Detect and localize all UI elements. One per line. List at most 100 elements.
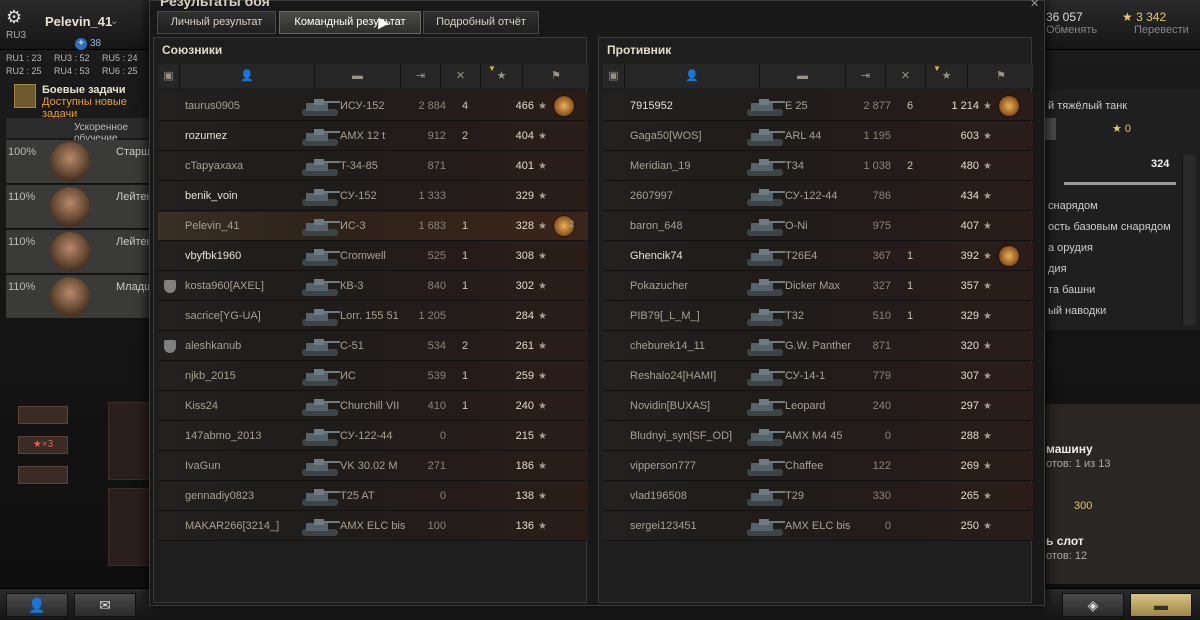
table-row[interactable]: sacrice[YG-UA] Lorr. 155 51 1 205 284 ★ — [158, 302, 588, 331]
player-name[interactable]: Pelevin_41 — [45, 14, 112, 29]
table-row[interactable]: Novidin[BUXAS] Leopard 240 297 ★ — [603, 392, 1033, 421]
kills-column-icon[interactable]: ✕ — [886, 64, 926, 88]
table-row[interactable]: IvaGun VK 30.02 M 271 186 ★ — [158, 452, 588, 481]
table-row[interactable]: vbyfbk1960 Cromwell 525 1 308 ★ — [158, 242, 588, 271]
table-row[interactable]: Gaga50[WOS] ARL 44 1 195 603 ★ — [603, 122, 1033, 151]
crew-member[interactable]: 110% Лейтенант — [6, 230, 170, 274]
player-name-cell[interactable]: vlad196508 — [630, 482, 760, 511]
medal-icon[interactable] — [554, 96, 574, 116]
player-name-cell[interactable]: Reshalo24[HAMI] — [630, 362, 760, 391]
tab-team[interactable]: Командный результат — [279, 11, 421, 34]
player-name-cell[interactable]: taurus0905 — [185, 92, 315, 121]
crew-member[interactable]: 110% Лейтенант — [6, 185, 170, 229]
buy-slot-label[interactable]: ь слот — [1046, 534, 1084, 548]
player-name-cell[interactable]: sacrice[YG-UA] — [185, 302, 315, 331]
gear-icon[interactable]: ⚙ — [6, 8, 24, 26]
medal-column-icon[interactable]: ⚑ — [523, 64, 590, 88]
carousel-tank-card[interactable] — [108, 402, 154, 480]
table-row[interactable]: Kiss24 Churchill VII 410 1 240 ★ — [158, 392, 588, 421]
missions-notice[interactable]: Боевые задачи Доступны новые задачи — [10, 82, 155, 120]
chat-button[interactable]: ✉ — [74, 593, 136, 617]
player-name-cell[interactable]: 7915952 — [630, 92, 760, 121]
medal-icon[interactable] — [999, 246, 1019, 266]
player-name-cell[interactable]: Gaga50[WOS] — [630, 122, 760, 151]
player-name-cell[interactable]: sergei123451 — [630, 512, 760, 541]
table-row[interactable]: rozumez AMX 12 t 912 2 404 ★ — [158, 122, 588, 151]
medal-column-icon[interactable]: ⚑ — [968, 64, 1035, 88]
table-row[interactable]: MAKAR266[3214_] AMX ELC bis 100 136 ★ — [158, 512, 588, 541]
shell-button[interactable] — [18, 466, 68, 484]
table-row[interactable]: Bludnyi_syn[SF_OD] AMX M4 45 0 288 ★ — [603, 422, 1033, 451]
tab-personal[interactable]: Личный результат — [157, 11, 276, 34]
player-name-cell[interactable]: cTapyaxaxa — [185, 152, 315, 181]
table-row[interactable]: Reshalo24[HAMI] СУ-14-1 779 307 ★ — [603, 362, 1033, 391]
slider[interactable] — [1064, 182, 1176, 185]
player-column-icon[interactable]: 👤 — [180, 64, 315, 88]
table-row[interactable]: Pelevin_41 ИС-3 1 683 1 328 ★ 2 — [158, 212, 588, 241]
table-row[interactable]: Ghencik74 T26E4 367 1 392 ★ — [603, 242, 1033, 271]
player-name-cell[interactable]: Pokazucher — [630, 272, 760, 301]
table-row[interactable]: 2607997 СУ-122-44 786 434 ★ — [603, 182, 1033, 211]
table-row[interactable]: Pokazucher Dicker Max 327 1 357 ★ — [603, 272, 1033, 301]
table-row[interactable]: vlad196508 T29 330 265 ★ — [603, 482, 1033, 511]
table-row[interactable]: cTapyaxaxa T-34-85 871 401 ★ — [158, 152, 588, 181]
table-row[interactable]: aleshkanub С-51 534 2 261 ★ — [158, 332, 588, 361]
player-name-cell[interactable]: IvaGun — [185, 452, 315, 481]
player-name-cell[interactable]: njkb_2015 — [185, 362, 315, 391]
player-name-cell[interactable]: baron_648 — [630, 212, 760, 241]
player-name-cell[interactable]: Pelevin_41 — [185, 212, 315, 241]
crew-member[interactable]: 100% Старший — [6, 140, 162, 184]
table-row[interactable]: Meridian_19 T34 1 038 2 480 ★ — [603, 152, 1033, 181]
player-name-cell[interactable]: 147abmo_2013 — [185, 422, 315, 451]
tank-column-icon[interactable]: ▬ — [315, 64, 401, 88]
table-row[interactable]: kosta960[AXEL] КВ-3 840 1 302 ★ — [158, 272, 588, 301]
bonus-xp-button[interactable]: ★×3 — [18, 436, 68, 454]
table-row[interactable]: cheburek14_11 G.W. Panther 871 320 ★ — [603, 332, 1033, 361]
table-row[interactable]: PIB79[_L_M_] T32 510 1 329 ★ — [603, 302, 1033, 331]
table-row[interactable]: vipperson777 Chaffee 122 269 ★ — [603, 452, 1033, 481]
table-row[interactable]: 7915952 E 25 2 877 6 1 214 ★ — [603, 92, 1033, 121]
table-row[interactable]: 147abmo_2013 СУ-122-44 0 215 ★ — [158, 422, 588, 451]
clan-button[interactable]: ◈ — [1062, 593, 1124, 617]
table-row[interactable]: benik_voin СУ-152 1 333 329 ★ — [158, 182, 588, 211]
table-row[interactable]: taurus0905 ИСУ-152 2 884 4 466 ★ — [158, 92, 588, 121]
player-name-cell[interactable]: aleshkanub — [185, 332, 315, 361]
damage-column-icon[interactable]: ⇥ — [401, 64, 441, 88]
player-name-cell[interactable]: MAKAR266[3214_] — [185, 512, 315, 541]
table-row[interactable]: njkb_2015 ИС 539 1 259 ★ — [158, 362, 588, 391]
online-indicator[interactable]: +38 — [75, 38, 101, 50]
player-name-cell[interactable]: rozumez — [185, 122, 315, 151]
tank-column-icon[interactable]: ▬ — [760, 64, 846, 88]
close-icon[interactable]: ✕ — [1030, 0, 1039, 10]
player-name-cell[interactable]: Kiss24 — [185, 392, 315, 421]
player-name-cell[interactable]: vipperson777 — [630, 452, 760, 481]
player-name-cell[interactable]: gennadiy0823 — [185, 482, 315, 511]
medal-icon[interactable] — [999, 96, 1019, 116]
scrollbar[interactable] — [1182, 155, 1196, 325]
chevron-down-icon[interactable]: ⌄ — [110, 16, 118, 27]
player-name-cell[interactable]: cheburek14_11 — [630, 332, 760, 361]
kills-column-icon[interactable]: ✕ — [441, 64, 481, 88]
table-row[interactable]: baron_648 O-Ni 975 407 ★ — [603, 212, 1033, 241]
carousel-tank-card[interactable] — [108, 488, 154, 566]
player-name-cell[interactable]: vbyfbk1960 — [185, 242, 315, 271]
squad-column-icon[interactable]: ▣ — [603, 64, 625, 88]
tank-filter-button[interactable] — [18, 406, 68, 424]
player-name-cell[interactable]: benik_voin — [185, 182, 315, 211]
transfer-link[interactable]: Перевести — [1134, 24, 1189, 36]
exchange-link[interactable]: Обменять — [1046, 24, 1097, 36]
player-name-cell[interactable]: Bludnyi_syn[SF_OD] — [630, 422, 760, 451]
crew-member[interactable]: 110% Младший — [6, 275, 165, 319]
damage-column-icon[interactable]: ⇥ — [846, 64, 886, 88]
premium-button[interactable]: ▬ — [1130, 593, 1192, 617]
tab-detailed[interactable]: Подробный отчёт — [423, 11, 539, 34]
player-name-cell[interactable]: Ghencik74 — [630, 242, 760, 271]
player-name-cell[interactable]: Novidin[BUXAS] — [630, 392, 760, 421]
player-column-icon[interactable]: 👤 — [625, 64, 760, 88]
profile-button[interactable]: 👤 — [6, 593, 68, 617]
buy-tank-label[interactable]: машину — [1046, 442, 1093, 456]
player-name-cell[interactable]: Meridian_19 — [630, 152, 760, 181]
player-name-cell[interactable]: kosta960[AXEL] — [185, 272, 315, 301]
table-row[interactable]: gennadiy0823 T25 AT 0 138 ★ — [158, 482, 588, 511]
player-name-cell[interactable]: 2607997 — [630, 182, 760, 211]
